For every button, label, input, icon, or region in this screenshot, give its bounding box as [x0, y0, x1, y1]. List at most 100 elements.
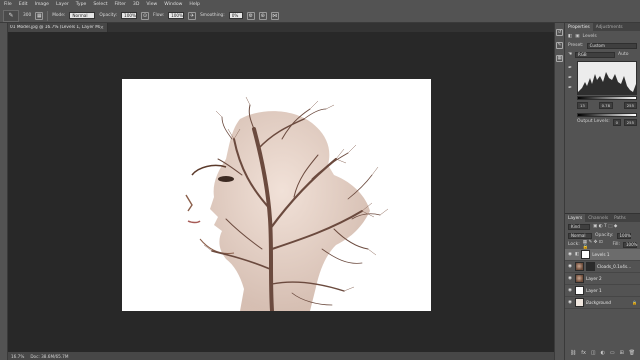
new-layer-icon[interactable]: ⊞ — [620, 350, 624, 356]
opacity-field[interactable]: 100% — [121, 12, 138, 19]
layer-name[interactable]: Layer 2 — [586, 276, 602, 281]
auto-button[interactable]: Auto — [618, 52, 628, 57]
mask-icon[interactable]: ▣ — [575, 34, 579, 39]
tab-paths[interactable]: Paths — [611, 214, 629, 222]
close-icon[interactable]: × — [100, 25, 104, 31]
trash-icon[interactable]: 🗑 — [629, 350, 635, 356]
menu-window[interactable]: Window — [164, 2, 182, 7]
kind-filter-select[interactable]: Kind — [568, 223, 590, 230]
menu-filter[interactable]: Filter — [115, 2, 126, 7]
layers-tabs: Layers Channels Paths — [565, 214, 640, 222]
document-canvas[interactable] — [122, 79, 431, 311]
layer-name[interactable]: Background — [586, 300, 611, 305]
pressure-opacity-icon[interactable]: ⊙ — [141, 11, 150, 20]
fill-field[interactable]: 100% — [623, 241, 637, 248]
eye-icon[interactable]: ◉ — [567, 300, 573, 305]
output-levels-row: Output Levels: 0 255 — [577, 119, 637, 126]
layer-name[interactable]: Layer 1 — [586, 288, 602, 293]
tools-panel — [0, 23, 8, 360]
smoothing-options-icon[interactable]: ⚙ — [246, 11, 255, 20]
layer-name[interactable]: Levels 1 — [592, 252, 609, 257]
input-gamma-field[interactable]: 0.78 — [598, 102, 614, 109]
layer-name[interactable]: Cloads_0.1x4s... — [597, 264, 631, 269]
symmetry-icon[interactable]: ⋈ — [270, 11, 279, 20]
airbrush-icon[interactable]: ✈ — [188, 11, 197, 20]
menu-image[interactable]: Image — [35, 2, 49, 7]
gray-eyedropper-icon[interactable]: ✒ — [568, 75, 572, 81]
preset-select[interactable]: Custom — [586, 42, 637, 49]
output-levels-gradient[interactable] — [577, 113, 637, 117]
layer-opacity-label: Opacity: — [595, 233, 614, 238]
layer-row-clouds[interactable]: ◉ Cloads_0.1x4s... — [565, 261, 640, 273]
input-levels-gradient[interactable] — [577, 96, 637, 100]
swatches-icon[interactable]: ▦ — [556, 55, 563, 62]
layer-thumb — [575, 262, 584, 271]
layer-row-background[interactable]: ◉ Background 🔒 — [565, 297, 640, 309]
menu-3d[interactable]: 3D — [133, 2, 139, 7]
tab-channels[interactable]: Channels — [585, 214, 611, 222]
double-exposure-artwork — [185, 96, 389, 311]
mode-label: Mode: — [52, 13, 66, 18]
blend-mode-select[interactable]: Normal — [568, 232, 592, 239]
input-black-field[interactable]: 13 — [577, 102, 588, 109]
hand-icon[interactable]: ☚ — [568, 52, 572, 57]
smoothing-field[interactable]: 0% — [228, 12, 243, 19]
menu-view[interactable]: View — [146, 2, 157, 7]
history-icon[interactable]: ↺ — [556, 29, 563, 36]
layer-row-layer-1[interactable]: ◉ Layer 1 — [565, 285, 640, 297]
histogram[interactable] — [577, 61, 637, 95]
eye-icon[interactable]: ◉ — [567, 252, 573, 257]
pressure-size-icon[interactable]: ⊛ — [258, 11, 267, 20]
layer-row-layer-2[interactable]: ◉ Layer 2 — [565, 273, 640, 285]
properties-tabs: Properties Adjustments — [565, 23, 640, 31]
tab-layers[interactable]: Layers — [565, 214, 586, 222]
menu-bar: File Edit Image Layer Type Select Filter… — [0, 0, 640, 9]
flow-field[interactable]: 100% — [168, 12, 185, 19]
fx-icon[interactable]: fx — [581, 350, 586, 356]
layer-opacity-field[interactable]: 100% — [616, 232, 631, 239]
levels-title: Levels — [582, 33, 597, 39]
output-white-field[interactable]: 255 — [623, 119, 637, 126]
menu-edit[interactable]: Edit — [19, 2, 28, 7]
menu-file[interactable]: File — [4, 2, 12, 7]
right-panels: Properties Adjustments ◧ ▣ Levels Preset… — [565, 23, 640, 360]
layer-thumb — [575, 274, 584, 283]
menu-help[interactable]: Help — [189, 2, 199, 7]
layers-footer: ⛓ fx ◫ ◐ ▭ ⊞ 🗑 — [565, 350, 640, 356]
tab-adjustments[interactable]: Adjustments — [593, 23, 626, 31]
white-eyedropper-icon[interactable]: ✒ — [568, 85, 572, 91]
menu-select[interactable]: Select — [93, 2, 107, 7]
adjustment-layer-icon: ◧ — [575, 252, 580, 257]
brush-tool-preset[interactable]: ✎ — [3, 9, 19, 22]
menu-type[interactable]: Type — [76, 2, 87, 7]
brush-settings-icon[interactable]: ▦ — [35, 11, 44, 20]
brush-panel-icon[interactable]: ✎ — [556, 42, 563, 49]
tab-properties[interactable]: Properties — [565, 23, 593, 31]
layer-mask-thumb[interactable] — [586, 262, 595, 271]
folder-icon[interactable]: ▭ — [610, 350, 615, 356]
eye-icon[interactable]: ◉ — [567, 264, 573, 269]
mode-select[interactable]: Normal — [69, 12, 96, 19]
histogram-graph — [578, 72, 636, 94]
channel-select[interactable]: RGB — [575, 51, 616, 58]
layer-row-levels[interactable]: ◉ ◧ Levels 1 — [565, 249, 640, 261]
properties-header: ◧ ▣ Levels — [565, 31, 640, 41]
lock-icons[interactable]: ▦ ✎ ✥ ⊡ 🔒 — [583, 240, 610, 250]
eye-icon[interactable]: ◉ — [567, 288, 573, 293]
separator — [47, 10, 49, 21]
filter-icons[interactable]: ▣ ◐ T ⬚ ◆ — [593, 224, 617, 229]
add-mask-icon[interactable]: ◫ — [591, 350, 596, 356]
flow-label: Flow: — [153, 13, 165, 18]
eye-icon[interactable]: ◉ — [567, 276, 573, 281]
brush-size[interactable]: 300 — [23, 13, 31, 18]
link-icon[interactable]: ⛓ — [570, 350, 576, 356]
adjustment-icon[interactable]: ◐ — [601, 350, 605, 356]
zoom-level[interactable]: 16.7% — [11, 354, 24, 359]
output-black-field[interactable]: 0 — [612, 119, 621, 126]
lock-icon: 🔒 — [632, 300, 637, 305]
document-tab[interactable]: 01 Model.jpg @ 16.7% (Levels 1, Layer Ma… — [8, 23, 108, 32]
input-white-field[interactable]: 255 — [623, 102, 637, 109]
menu-layer[interactable]: Layer — [56, 2, 69, 7]
black-eyedropper-icon[interactable]: ✒ — [568, 65, 572, 71]
layer-mask-thumb[interactable] — [581, 250, 591, 259]
